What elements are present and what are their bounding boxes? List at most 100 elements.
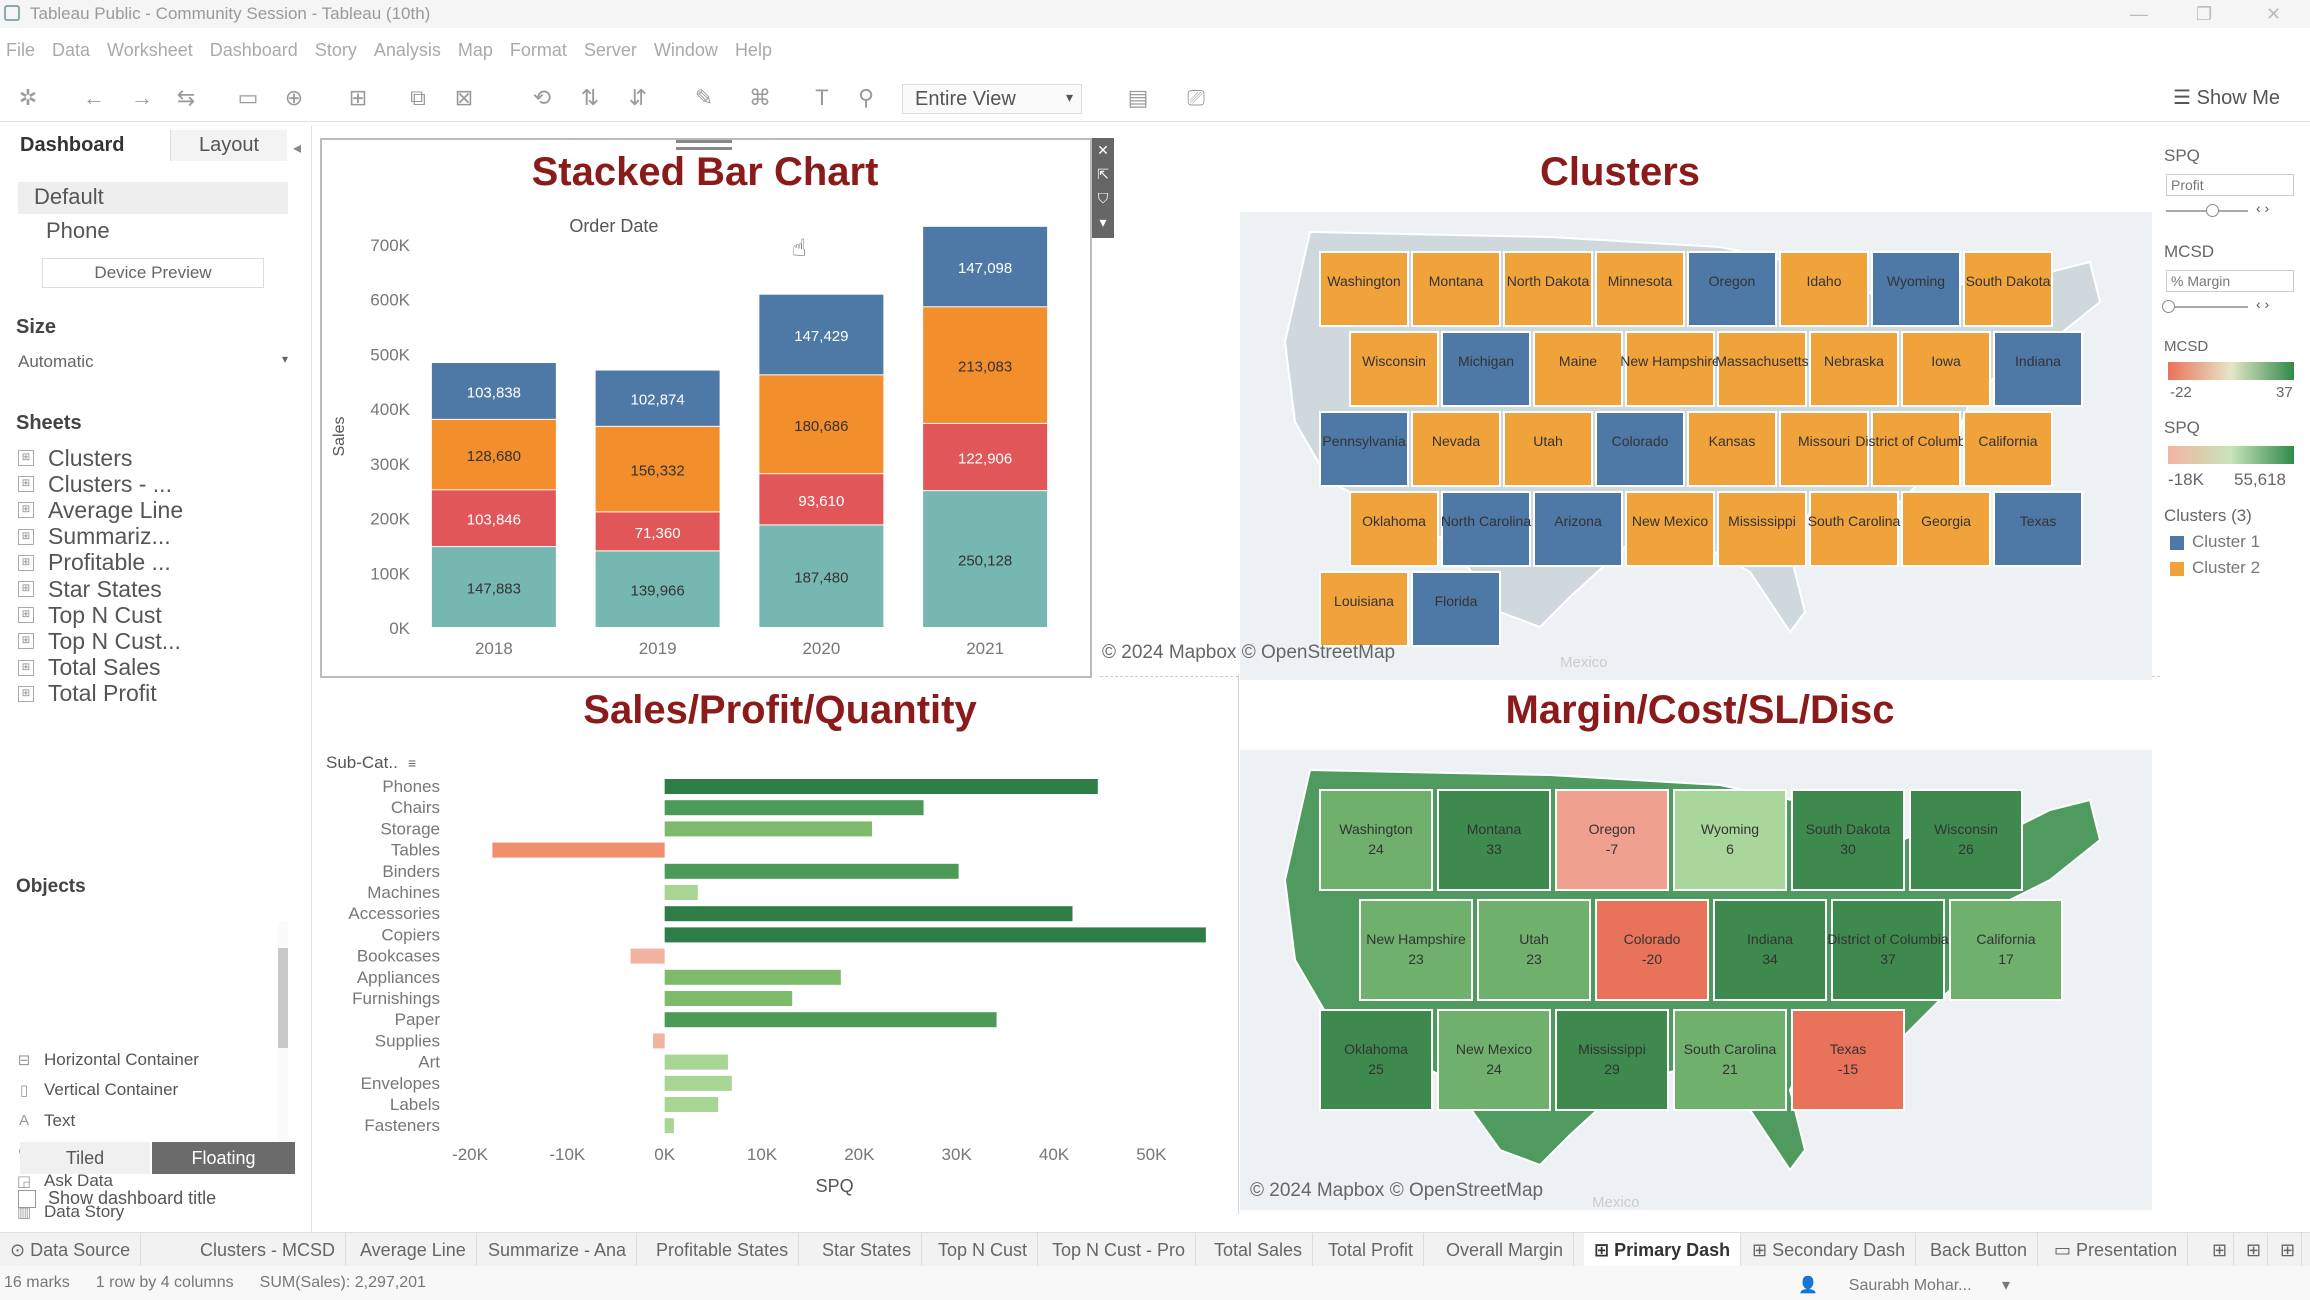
tiled-button[interactable]: Tiled: [20, 1142, 150, 1174]
pin-icon[interactable]: ⚲: [852, 84, 880, 112]
mcsd-step-arrows-icon[interactable]: ‹ ›: [2256, 296, 2269, 312]
floating-button[interactable]: Floating: [152, 1142, 295, 1174]
sheet-tab-label: Top N Cust - Pro: [1052, 1240, 1186, 1260]
size-dropdown[interactable]: Automatic ▾: [18, 352, 288, 372]
scrollbar-thumb[interactable]: [278, 948, 288, 1048]
object-item[interactable]: ▯ Vertical Container: [16, 1080, 178, 1100]
sort-ascending-icon[interactable]: ⇅: [576, 84, 604, 112]
tab-dashboard[interactable]: Dashboard: [20, 134, 124, 157]
sheet-label: Profitable ...: [48, 549, 171, 576]
sheet-tab[interactable]: Summarize - Ana: [478, 1233, 638, 1267]
sheet-tab[interactable]: Top N Cust: [928, 1233, 1039, 1267]
slider-knob[interactable]: [2162, 300, 2175, 313]
margin-map-shapes[interactable]: Washington 24 Montana 33 Oregon -7 Wyoming 6 Sou…: [1240, 750, 2152, 1210]
new-worksheet-tab-icon[interactable]: ⊞: [2206, 1233, 2235, 1267]
menu-story[interactable]: Story: [315, 40, 374, 61]
show-cards-icon[interactable]: ▤: [1124, 84, 1152, 112]
menu-file[interactable]: File: [0, 40, 52, 61]
menu-help[interactable]: Help: [735, 40, 789, 61]
sheet-tab[interactable]: Overall Margin: [1436, 1233, 1575, 1267]
maximize-icon[interactable]: ❐: [2196, 4, 2212, 25]
sheet-tab[interactable]: ▭ Presentation: [2044, 1233, 2189, 1267]
state-value: -7: [1606, 841, 1619, 857]
menu-window[interactable]: Window: [654, 40, 735, 61]
fit-view-select[interactable]: Entire View ▾: [902, 84, 1082, 114]
presentation-mode-icon[interactable]: ⎚: [1182, 84, 1210, 112]
remove-icon[interactable]: ✕: [1092, 138, 1114, 162]
new-worksheet-icon[interactable]: ⊞: [344, 84, 372, 112]
new-dashboard-tab-icon[interactable]: ⊞: [2240, 1233, 2269, 1267]
menu-analysis[interactable]: Analysis: [374, 40, 458, 61]
show-me-button[interactable]: ☰ Show Me: [2173, 85, 2280, 110]
new-data-source-icon[interactable]: ⊕: [280, 84, 308, 112]
menu-worksheet[interactable]: Worksheet: [107, 40, 210, 61]
go-to-sheet-icon[interactable]: ⇱: [1092, 162, 1114, 186]
spq-step-arrows-icon[interactable]: ‹ ›: [2256, 200, 2269, 216]
state-region: [1949, 899, 2063, 1001]
state-label: Michigan: [1458, 353, 1514, 369]
sheet-item[interactable]: ⊞ Total Profit: [18, 679, 157, 709]
device-preview-button[interactable]: Device Preview: [42, 258, 264, 288]
highlight-icon[interactable]: ✎: [690, 84, 718, 112]
state-region: [1349, 491, 1439, 567]
sheet-tab[interactable]: Total Sales: [1204, 1233, 1314, 1267]
drag-handle-icon[interactable]: [676, 140, 732, 150]
spq-bar-chart[interactable]: Sub-Cat.. ≡ Phones Chairs Storage Tables Binde…: [320, 742, 1220, 1212]
sheet-tab[interactable]: ⊞ Primary Dash: [1584, 1233, 1742, 1267]
sheet-tab[interactable]: Profitable States: [646, 1233, 800, 1267]
save-icon[interactable]: ▭: [234, 84, 262, 112]
device-default[interactable]: Default: [18, 182, 288, 214]
spq-parameter[interactable]: Profit: [2166, 174, 2294, 196]
clusters-map[interactable]: Washington Montana North Dakota Minnesota Or…: [1240, 212, 2152, 680]
collapse-pane-icon[interactable]: ◂: [293, 138, 301, 158]
filter-icon[interactable]: ⛉: [1092, 186, 1114, 210]
margin-map[interactable]: Washington 24 Montana 33 Oregon -7 Wyoming 6 Sou…: [1240, 750, 2152, 1210]
show-dashboard-title-checkbox[interactable]: Show dashboard title: [18, 1188, 216, 1209]
menu-dashboard[interactable]: Dashboard: [210, 40, 315, 61]
state-label: District of Columbia: [1827, 931, 1949, 947]
undo-icon[interactable]: ←: [80, 84, 108, 112]
slider-knob[interactable]: [2206, 204, 2219, 217]
mcsd-parameter[interactable]: % Margin: [2166, 270, 2294, 292]
sheet-tab[interactable]: Total Profit: [1318, 1233, 1425, 1267]
sheet-tab[interactable]: ⊙ Data Source: [0, 1233, 142, 1267]
cluster1-swatch[interactable]: [2170, 536, 2184, 550]
state-region: [1687, 411, 1777, 487]
minimize-icon[interactable]: —: [2130, 4, 2148, 25]
sheet-tab[interactable]: Average Line: [350, 1233, 477, 1267]
close-icon[interactable]: ✕: [2266, 4, 2281, 25]
sheet-tab[interactable]: Star States: [812, 1233, 923, 1267]
new-story-tab-icon[interactable]: ⊞: [2274, 1233, 2303, 1267]
device-phone[interactable]: Phone: [46, 218, 110, 244]
cluster1-label[interactable]: Cluster 1: [2192, 532, 2260, 552]
menu-map[interactable]: Map: [458, 40, 510, 61]
menu-format[interactable]: Format: [510, 40, 584, 61]
user-menu[interactable]: 👤 Saurabh Mohar... ▾: [1798, 1275, 2010, 1295]
tab-layout[interactable]: Layout: [170, 130, 288, 161]
replay-icon[interactable]: ⇆: [172, 84, 200, 112]
sheet-tab[interactable]: Top N Cust - Pro: [1042, 1233, 1197, 1267]
more-options-icon[interactable]: ▾: [1092, 210, 1114, 234]
mcsd-slider[interactable]: [2162, 300, 2248, 313]
sheet-tab[interactable]: Back Button: [1920, 1233, 2039, 1267]
show-labels-icon[interactable]: T: [808, 84, 836, 112]
sheet-tab[interactable]: Clusters - MCSD: [190, 1233, 347, 1267]
clear-sheet-icon[interactable]: ⊠: [450, 84, 478, 112]
object-item[interactable]: ⊟ Horizontal Container: [16, 1050, 199, 1070]
sort-descending-icon[interactable]: ⇵: [624, 84, 652, 112]
tableau-logo-icon[interactable]: ✲: [14, 84, 42, 112]
stacked-bar-chart[interactable]: Order Date Sales 0K 100K 200K 300K 400K 500K 600…: [322, 200, 1090, 676]
menu-data[interactable]: Data: [52, 40, 107, 61]
menu-server[interactable]: Server: [584, 40, 654, 61]
group-icon[interactable]: ⌘: [746, 84, 774, 112]
sheet-tab[interactable]: ⊞ Secondary Dash: [1742, 1233, 1917, 1267]
spq-slider[interactable]: [2166, 204, 2248, 217]
cluster2-swatch[interactable]: [2170, 562, 2184, 576]
duplicate-icon[interactable]: ⧉: [404, 84, 432, 112]
cluster2-label[interactable]: Cluster 2: [2192, 558, 2260, 578]
clusters-map-shapes[interactable]: Washington Montana North Dakota Minnesota Or…: [1240, 212, 2152, 680]
swap-icon[interactable]: ⟲: [528, 84, 556, 112]
redo-icon[interactable]: →: [128, 84, 156, 112]
objects-scrollbar[interactable]: [278, 922, 288, 1152]
object-item[interactable]: A Text: [16, 1111, 75, 1131]
